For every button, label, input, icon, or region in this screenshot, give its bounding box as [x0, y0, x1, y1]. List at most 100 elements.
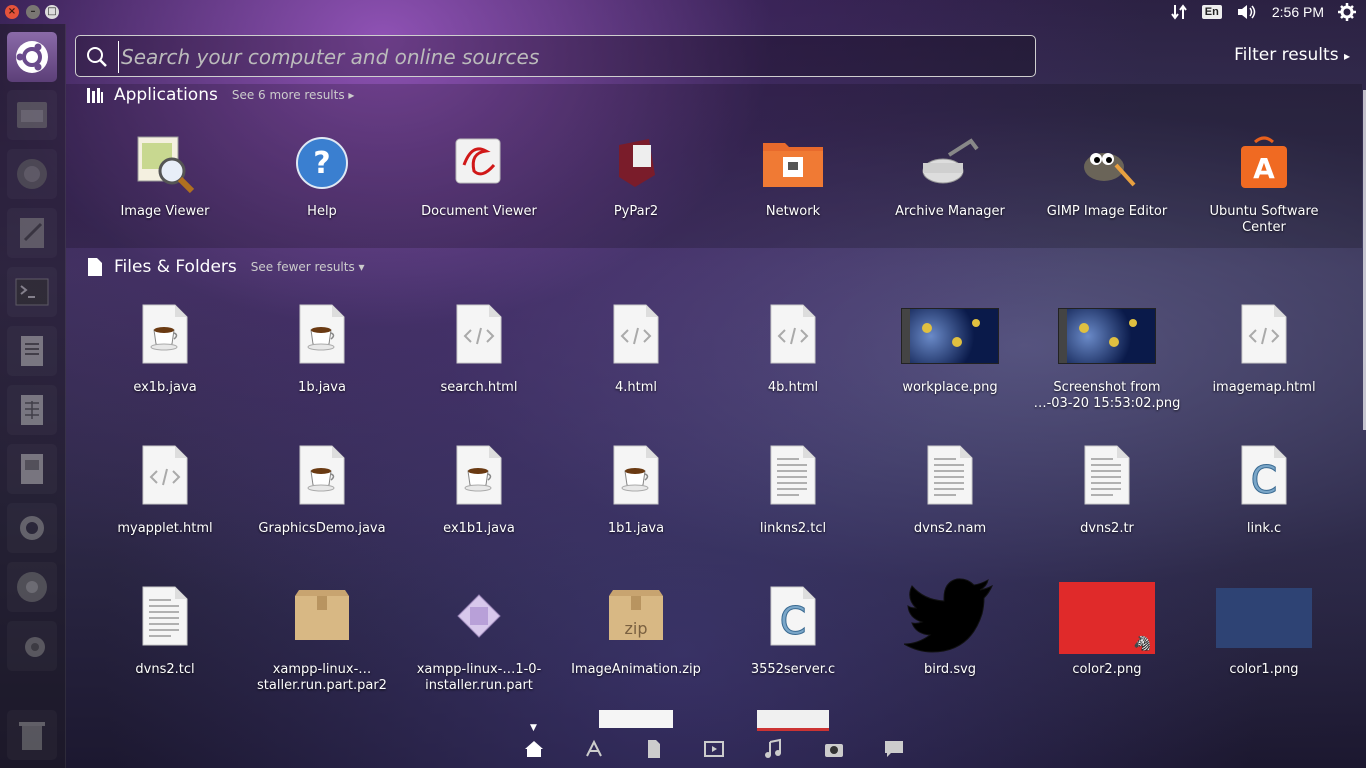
filter-results-button[interactable]: Filter results ▸	[1234, 45, 1350, 65]
file-label: link.c	[1246, 521, 1282, 536]
color2-thumbnail: 🦓	[1059, 582, 1155, 654]
home-lens-icon[interactable]	[523, 738, 545, 760]
file-tile[interactable]: 1b.java	[247, 298, 397, 396]
file-tile[interactable]: search.html	[404, 298, 554, 396]
chrome-launcher-icon[interactable]	[7, 562, 57, 612]
java-file-icon	[455, 445, 503, 509]
close-icon[interactable]: ×	[5, 5, 19, 19]
minimize-icon[interactable]: –	[26, 5, 40, 19]
file-tile[interactable]: myapplet.html	[90, 439, 240, 537]
blender-launcher-icon[interactable]	[7, 621, 57, 671]
chevron-down-icon: ▾	[358, 260, 365, 274]
text-file-icon	[1083, 445, 1131, 509]
filter-results-label: Filter results	[1234, 45, 1339, 65]
app-tile[interactable]: Document Viewer	[404, 128, 554, 220]
file-tile[interactable]: xampp-linux-…staller.run.part.par2	[247, 580, 397, 694]
applications-lens-icon[interactable]	[583, 738, 605, 760]
file-tile[interactable]: 🦓 color2.png	[1032, 580, 1182, 678]
app-tile[interactable]: A Ubuntu Software Center	[1189, 128, 1339, 236]
file-label: color1.png	[1229, 662, 1299, 677]
app-label: GIMP Image Editor	[1046, 204, 1168, 219]
app-tile[interactable]: Network	[718, 128, 868, 220]
see-fewer-label: See fewer results	[250, 260, 355, 274]
file-label: GraphicsDemo.java	[258, 521, 386, 536]
app-tile[interactable]: PyPar2	[561, 128, 711, 220]
search-input[interactable]	[118, 41, 1023, 73]
file-tile[interactable]: imagemap.html	[1189, 298, 1339, 396]
file-label: dvns2.nam	[913, 521, 987, 536]
network-transfer-icon[interactable]	[1170, 3, 1188, 21]
file-tile[interactable]: 4b.html	[718, 298, 868, 396]
html-file-icon	[612, 304, 660, 368]
color1-thumbnail	[1216, 588, 1312, 648]
gear-icon[interactable]	[1338, 3, 1356, 21]
file-label: xampp-linux-…1-0-installer.run.part	[416, 662, 542, 693]
social-lens-icon[interactable]	[883, 738, 905, 760]
file-tile[interactable]: dvns2.nam	[875, 439, 1025, 537]
app-tile[interactable]: ? Help	[247, 128, 397, 220]
file-tile[interactable]: C 3552server.c	[718, 580, 868, 678]
file-tile[interactable]: dvns2.tcl	[90, 580, 240, 678]
file-tile[interactable]: dvns2.tr	[1032, 439, 1182, 537]
file-label: xampp-linux-…staller.run.part.par2	[257, 662, 387, 693]
file-label: search.html	[440, 380, 518, 395]
files-launcher-icon[interactable]	[7, 90, 57, 140]
file-tile[interactable]: linkns2.tcl	[718, 439, 868, 537]
file-tile[interactable]: GraphicsDemo.java	[247, 439, 397, 537]
app-tile[interactable]: GIMP Image Editor	[1032, 128, 1182, 220]
clock[interactable]: 2:56 PM	[1272, 4, 1324, 20]
text-editor-launcher-icon[interactable]	[7, 208, 57, 258]
file-tile[interactable]: ex1b.java	[90, 298, 240, 396]
software-center-icon: A	[1189, 128, 1339, 198]
image-viewer-icon	[90, 128, 240, 198]
file-tile[interactable]: ex1b1.java	[404, 439, 554, 537]
file-tile[interactable]: Clink.c	[1189, 439, 1339, 537]
settings-launcher-icon[interactable]	[7, 503, 57, 553]
file-label: Screenshot from …-03-20 15:53:02.png	[1033, 380, 1181, 411]
file-label: imagemap.html	[1212, 380, 1316, 395]
file-label: ex1b1.java	[443, 521, 515, 536]
app-tile[interactable]: Image Viewer	[90, 128, 240, 220]
file-tile[interactable]: xampp-linux-…1-0-installer.run.part	[404, 580, 554, 694]
app-label: Archive Manager	[895, 204, 1005, 219]
file-tile[interactable]: bird.svg	[875, 578, 1025, 678]
lens-bar	[523, 738, 905, 760]
java-file-icon	[141, 304, 189, 368]
file-label: color2.png	[1072, 662, 1142, 677]
app-tile[interactable]: Archive Manager	[875, 128, 1025, 220]
dash-home-button[interactable]	[7, 32, 57, 82]
html-file-icon	[455, 304, 503, 368]
photo-lens-icon[interactable]	[823, 738, 845, 760]
file-tile[interactable]: color1.png	[1189, 580, 1339, 678]
see-more-results-link[interactable]: See 6 more results ▸	[232, 88, 355, 102]
impress-launcher-icon[interactable]	[7, 444, 57, 494]
volume-icon[interactable]	[1236, 3, 1258, 21]
file-label: ex1b.java	[133, 380, 197, 395]
file-label: ImageAnimation.zip	[571, 662, 701, 677]
firefox-launcher-icon[interactable]	[7, 149, 57, 199]
calc-launcher-icon[interactable]	[7, 385, 57, 435]
files-lens-icon[interactable]	[643, 738, 665, 760]
file-tile[interactable]: Screenshot from …-03-20 15:53:02.png	[1032, 298, 1182, 412]
see-fewer-results-link[interactable]: See fewer results ▾	[251, 260, 365, 274]
video-lens-icon[interactable]	[703, 738, 725, 760]
file-tile[interactable]: 1b1.java	[561, 439, 711, 537]
file-label: 1b1.java	[607, 521, 665, 536]
file-tile[interactable]: zip ImageAnimation.zip	[561, 580, 711, 678]
expand-chevron-icon[interactable]: ▼	[530, 723, 537, 733]
html-file-icon	[141, 445, 189, 509]
image-thumbnail	[1058, 308, 1156, 364]
svg-text:?: ?	[313, 146, 330, 181]
writer-launcher-icon[interactable]	[7, 326, 57, 376]
file-label: dvns2.tcl	[135, 662, 195, 677]
terminal-launcher-icon[interactable]	[7, 267, 57, 317]
keyboard-language-indicator[interactable]: En	[1201, 5, 1222, 19]
maximize-icon[interactable]: □	[45, 5, 59, 19]
trash-launcher-icon[interactable]	[7, 710, 57, 760]
top-panel: × – □ En 2:56 PM	[0, 0, 1366, 24]
music-lens-icon[interactable]	[763, 738, 785, 760]
file-tile[interactable]: 4.html	[561, 298, 711, 396]
file-label: linkns2.tcl	[759, 521, 827, 536]
partial-thumbnail	[757, 710, 829, 731]
file-tile[interactable]: workplace.png	[875, 298, 1025, 396]
